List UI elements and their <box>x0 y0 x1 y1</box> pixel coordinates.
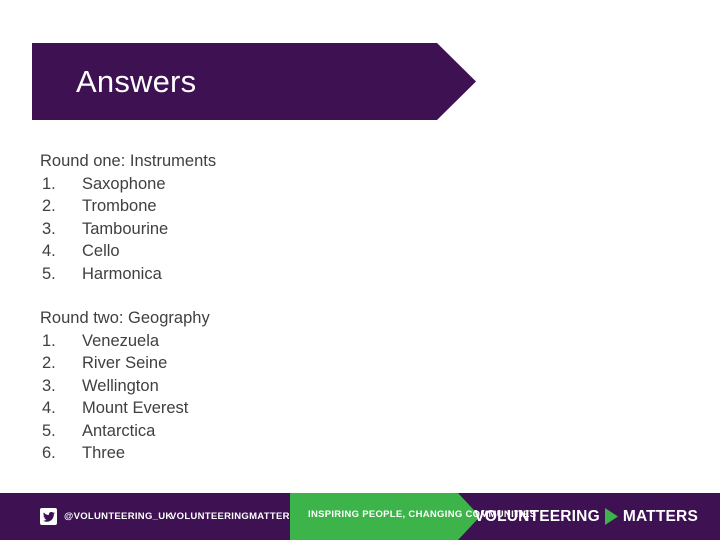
footer-twitter-group[interactable]: @VOLUNTEERING_UK <box>40 493 173 540</box>
list-item-label: Tambourine <box>82 219 169 238</box>
list-item: 2. Trombone <box>40 195 520 218</box>
twitter-bird-icon <box>40 508 57 525</box>
list-item: 5. Antarctica <box>40 420 520 443</box>
list-item: 4. Mount Everest <box>40 397 520 420</box>
list-item-number: 5. <box>42 264 56 283</box>
answers-content: Round one: Instruments 1. Saxophone 2. T… <box>40 150 520 487</box>
list-item-number: 4. <box>42 242 56 260</box>
list-item: 6. Three <box>40 442 520 465</box>
list-item-label: River Seine <box>82 354 168 372</box>
slide-title-banner: Answers <box>32 43 476 120</box>
round-block-two: Round two: Geography 1. Venezuela 2. Riv… <box>40 307 520 465</box>
list-item-label: Mount Everest <box>82 399 189 417</box>
list-item-number: 6. <box>42 444 56 462</box>
list-item-label: Saxophone <box>82 174 166 193</box>
list-item: 4. Cello <box>40 240 520 263</box>
list-item-label: Cello <box>82 242 120 260</box>
round-one-answer-list: 1. Saxophone 2. Trombone 3. Tambourine 4… <box>40 173 520 286</box>
list-item: 2. River Seine <box>40 352 520 375</box>
round-one-heading: Round one: Instruments <box>40 152 217 170</box>
round-two-heading: Round two: Geography <box>40 309 210 327</box>
round-block-one: Round one: Instruments 1. Saxophone 2. T… <box>40 150 520 285</box>
list-item-label: Three <box>82 444 126 462</box>
list-item-number: 1. <box>42 331 56 350</box>
list-item-number: 3. <box>42 219 56 238</box>
brand-logo-word-two: MATTERS <box>622 507 698 525</box>
round-two-answer-list: 1. Venezuela 2. River Seine 3. Wellingto… <box>40 330 520 465</box>
brand-logo-word-one: VOLUNTEERING <box>474 507 600 525</box>
list-item-number: 2. <box>42 354 56 372</box>
list-item-number: 4. <box>42 399 56 417</box>
page-title: Answers <box>76 64 197 99</box>
list-item: 1. Venezuela <box>40 330 520 353</box>
footer-twitter-handle: @VOLUNTEERING_UK <box>64 511 173 522</box>
list-item-label: Trombone <box>82 197 157 215</box>
list-item: 5. Harmonica <box>40 263 520 286</box>
list-item: 1. Saxophone <box>40 173 520 196</box>
list-item-label: Wellington <box>82 376 159 395</box>
list-item-number: 1. <box>42 174 56 193</box>
list-item: 3. Tambourine <box>40 218 520 241</box>
list-item: 3. Wellington <box>40 375 520 398</box>
list-item-label: Harmonica <box>82 264 162 283</box>
list-item-number: 3. <box>42 376 56 395</box>
list-item-label: Venezuela <box>82 331 160 350</box>
footer-tagline-banner: INSPIRING PEOPLE, CHANGING COMMUNITIES <box>290 493 536 540</box>
list-item-label: Antarctica <box>82 421 156 440</box>
list-item-number: 5. <box>42 421 56 440</box>
footer-bar: @VOLUNTEERING_UK VOLUNTEERINGMATTERS.ORG… <box>0 493 720 540</box>
chevron-right-icon <box>604 508 618 525</box>
brand-logo: VOLUNTEERING MATTERS <box>474 493 698 540</box>
list-item-number: 2. <box>42 197 56 215</box>
